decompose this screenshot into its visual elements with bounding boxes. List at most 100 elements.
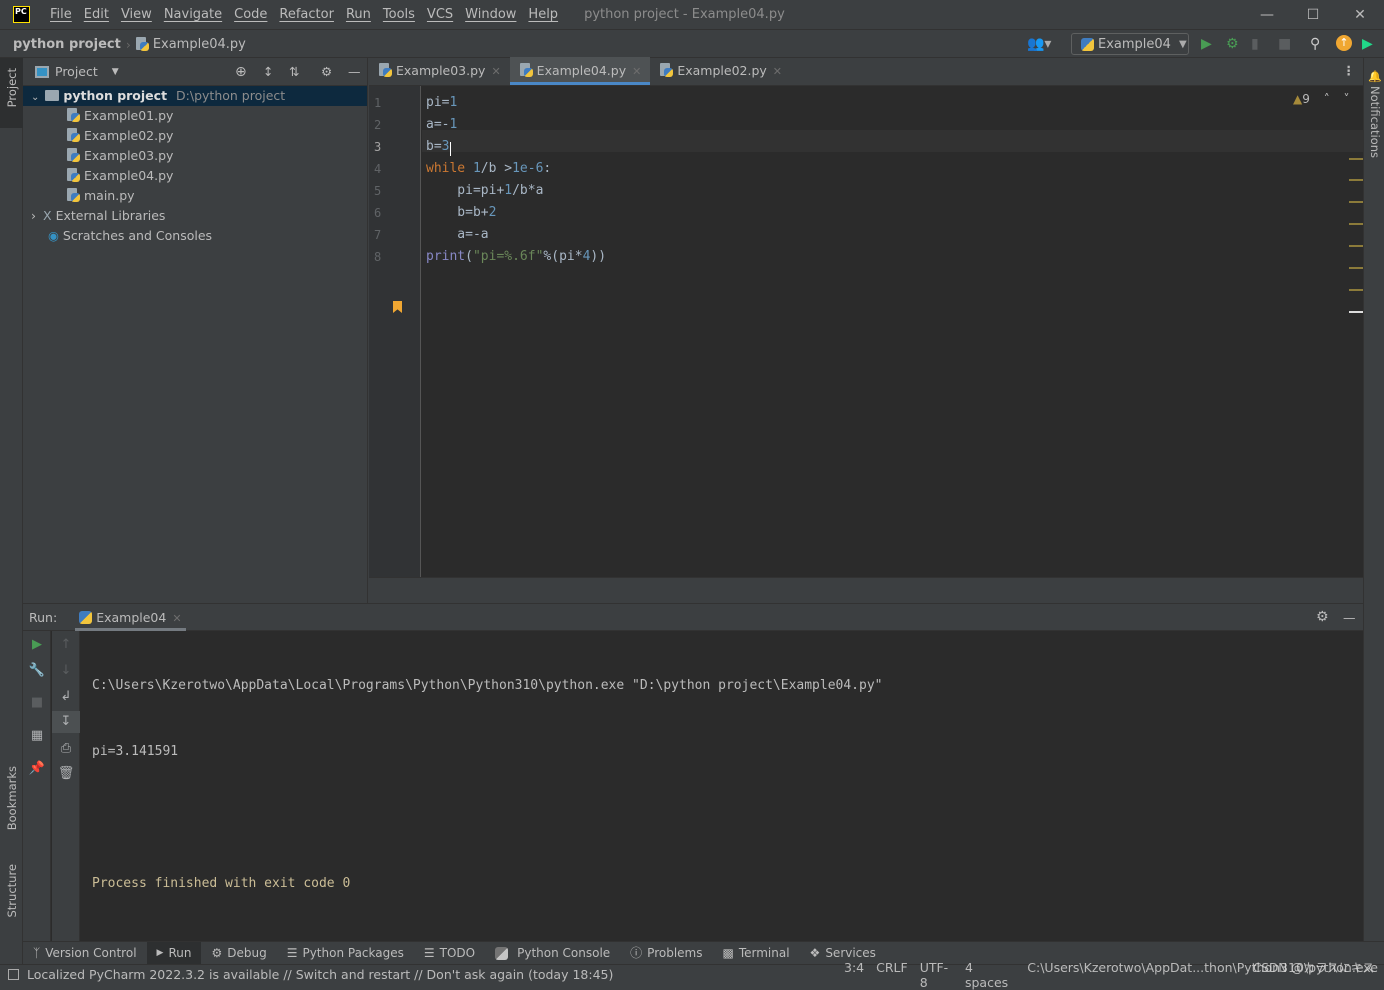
maximize-button[interactable]: ☐ xyxy=(1290,0,1336,30)
close-tab-icon[interactable]: ✕ xyxy=(172,612,181,625)
tool-tab-run[interactable]: ▶ Run xyxy=(146,941,202,965)
tree-item-file[interactable]: Example02.py xyxy=(23,126,367,146)
menu-run[interactable]: Run xyxy=(340,7,377,22)
run-config-selector[interactable]: Example04 ▼ xyxy=(1071,33,1189,55)
code-line[interactable]: print("pi=%.6f"%(pi*4)) xyxy=(426,246,606,268)
gear-icon[interactable]: ⚙ xyxy=(321,64,332,79)
close-button[interactable]: ✕ xyxy=(1337,0,1383,30)
tab-example03[interactable]: Example03.py ✕ xyxy=(369,57,510,85)
update-icon[interactable]: ↑ xyxy=(1336,35,1352,51)
tree-item-root[interactable]: ⌄ python project D:\python project xyxy=(23,86,367,106)
close-tab-icon[interactable]: ✕ xyxy=(491,65,500,78)
tool-tab-terminal[interactable]: ▩ Terminal xyxy=(712,942,799,965)
stop-icon[interactable]: ■ xyxy=(23,695,51,710)
menu-file[interactable]: File xyxy=(44,7,78,22)
breadcrumb-project[interactable]: python project xyxy=(13,37,121,52)
chevron-right-icon[interactable]: › xyxy=(31,208,36,223)
hide-icon[interactable]: — xyxy=(1343,610,1356,625)
notifications-bell-icon[interactable]: 🔔 xyxy=(1368,70,1382,83)
hide-icon[interactable]: — xyxy=(348,64,361,79)
code-line[interactable]: pi=1 xyxy=(426,92,457,114)
next-highlight-icon[interactable]: ˅ xyxy=(1344,92,1350,106)
notifications-tool-button[interactable]: Notifications xyxy=(1368,86,1382,158)
run-icon[interactable]: ▶ xyxy=(1201,36,1212,52)
line-separator[interactable]: CRLF xyxy=(870,960,914,990)
close-tab-icon[interactable]: ✕ xyxy=(773,65,782,78)
tree-item-file[interactable]: Example01.py xyxy=(23,106,367,126)
menu-view[interactable]: View xyxy=(115,7,158,22)
indent-setting[interactable]: 4 spaces xyxy=(959,960,1021,990)
code-line[interactable]: pi=pi+1/b*a xyxy=(426,180,543,202)
run-tab-label: Example04 xyxy=(96,609,167,625)
previous-highlight-icon[interactable]: ˄ xyxy=(1324,92,1330,106)
menu-code[interactable]: Code xyxy=(228,7,273,22)
menu-tools[interactable]: Tools xyxy=(377,7,421,22)
tree-item-file[interactable]: Example04.py xyxy=(23,166,367,186)
project-view-selector[interactable]: Project xyxy=(55,64,98,79)
user-icon[interactable]: 👥▾ xyxy=(1027,36,1051,52)
error-stripe[interactable] xyxy=(1349,158,1363,328)
tool-tab-version-control[interactable]: ᛉ Version Control xyxy=(23,942,147,965)
soft-wrap-icon[interactable]: ↲ xyxy=(52,689,80,704)
expand-all-icon[interactable]: ↕ xyxy=(263,64,273,79)
bookmarks-tool-button[interactable]: Bookmarks xyxy=(5,766,19,830)
layout-toggle-icon[interactable] xyxy=(8,969,19,980)
caret-position[interactable]: 3:4 xyxy=(838,960,870,990)
file-encoding[interactable]: UTF-8 xyxy=(914,960,959,990)
coverage-icon[interactable]: ▮ xyxy=(1251,36,1259,52)
down-arrow-icon[interactable]: ↓ xyxy=(52,663,80,678)
menu-vcs[interactable]: VCS xyxy=(421,7,459,22)
print-icon[interactable]: ⎙ xyxy=(52,741,80,756)
menu-edit[interactable]: Edit xyxy=(78,7,115,22)
status-message[interactable]: Localized PyCharm 2022.3.2 is available … xyxy=(27,967,613,982)
layout-icon[interactable]: ▦ xyxy=(23,728,51,743)
tree-item-scratches[interactable]: ◉ Scratches and Consoles xyxy=(23,226,367,246)
code-line[interactable]: b=3 xyxy=(426,136,449,158)
chevron-down-icon[interactable]: ⌄ xyxy=(31,92,39,103)
inspection-widget[interactable]: ▲9 ˄ ˅ xyxy=(1293,92,1350,106)
menu-window[interactable]: Window xyxy=(459,7,522,22)
trash-icon[interactable]: 🗑 xyxy=(52,766,80,781)
console-output[interactable]: C:\Users\Kzerotwo\AppData\Local\Programs… xyxy=(92,631,883,939)
tool-tab-todo[interactable]: ☰ TODO xyxy=(414,942,485,965)
more-tabs-icon[interactable]: ⋮ xyxy=(1343,63,1356,78)
collapse-all-icon[interactable]: ⇅ xyxy=(289,64,299,79)
jetbrains-toolbox-icon[interactable]: ▶ xyxy=(1362,36,1373,52)
code-line[interactable]: b=b+2 xyxy=(426,202,496,224)
code-line[interactable]: while 1/b >1e-6: xyxy=(426,158,551,180)
scroll-to-end-icon[interactable]: ↧ xyxy=(52,711,80,733)
gear-icon[interactable]: ⚙ xyxy=(1316,609,1329,625)
menu-navigate[interactable]: Navigate xyxy=(158,7,228,22)
tool-tab-python-packages[interactable]: ☰ Python Packages xyxy=(277,942,414,965)
code-line[interactable]: a=-1 xyxy=(426,114,457,136)
run-tab-example04[interactable]: Example04 ✕ xyxy=(75,604,186,631)
tree-item-file[interactable]: Example03.py xyxy=(23,146,367,166)
stop-icon[interactable]: ■ xyxy=(1278,36,1291,52)
tree-item-file[interactable]: main.py xyxy=(23,186,367,206)
structure-tool-button[interactable]: Structure xyxy=(5,864,19,918)
tool-tab-problems[interactable]: ⓘ Problems xyxy=(620,942,712,965)
tab-example02[interactable]: Example02.py ✕ xyxy=(650,57,791,85)
close-tab-icon[interactable]: ✕ xyxy=(632,65,641,78)
tool-tab-label: Debug xyxy=(227,946,267,960)
code-token: pi= xyxy=(426,95,450,110)
menu-refactor[interactable]: Refactor xyxy=(273,7,340,22)
tool-tab-python-console[interactable]: Python Console xyxy=(485,942,620,965)
tab-example04[interactable]: Example04.py ✕ xyxy=(509,57,651,85)
minimize-button[interactable]: — xyxy=(1244,0,1290,30)
chevron-down-icon[interactable]: ▼ xyxy=(112,67,119,77)
locate-icon[interactable]: ⊕ xyxy=(235,64,247,80)
pin-icon[interactable]: 📌 xyxy=(23,761,51,776)
wrench-icon[interactable]: 🔧 xyxy=(23,663,51,678)
tool-tab-debug[interactable]: ⚙ Debug xyxy=(201,942,276,965)
debug-icon[interactable]: ⚙ xyxy=(1226,36,1239,52)
menu-help[interactable]: Help xyxy=(522,7,564,22)
code-line[interactable]: a=-a xyxy=(426,224,488,246)
rerun-icon[interactable]: ▶ xyxy=(23,637,51,652)
code-token: pi=pi+ xyxy=(426,183,505,198)
search-icon[interactable]: ⚲ xyxy=(1310,36,1320,52)
breadcrumb-file[interactable]: Example04.py xyxy=(153,37,246,52)
up-arrow-icon[interactable]: ↑ xyxy=(52,637,80,652)
tree-item-external-libraries[interactable]: › Ⅹ External Libraries xyxy=(23,206,367,226)
project-tool-button[interactable]: Project xyxy=(5,68,19,107)
